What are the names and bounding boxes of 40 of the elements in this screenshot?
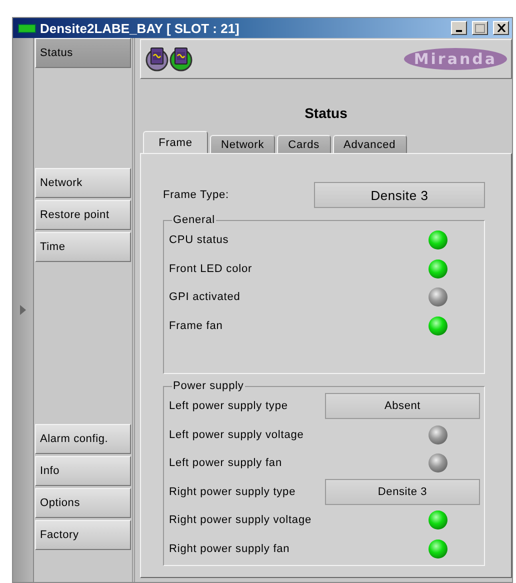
tab[interactable]: Frame xyxy=(143,131,208,153)
window-title: Densite2LABE_BAY [ SLOT : 21] xyxy=(40,20,240,36)
status-label: Left power supply fan xyxy=(169,457,283,470)
status-label: Front LED color xyxy=(169,262,254,275)
status-label: Right power supply voltage xyxy=(169,514,312,526)
minimize-button[interactable] xyxy=(451,21,467,35)
field-label: Left power supply type xyxy=(169,400,289,412)
close-icon xyxy=(496,24,506,32)
maximize-icon xyxy=(475,24,485,32)
page-title: Status xyxy=(304,105,348,121)
group-title: Power supply xyxy=(172,380,245,392)
group-title: General xyxy=(172,214,216,226)
sidebar-item[interactable]: Options xyxy=(35,488,131,518)
sidebar-item[interactable]: Time xyxy=(35,232,131,262)
value-field: Absent xyxy=(325,393,480,420)
field-label: Frame Type: xyxy=(163,189,230,201)
status-label: Frame fan xyxy=(169,320,224,332)
sidebar-item[interactable]: Factory xyxy=(35,520,131,550)
logo: Miranda xyxy=(404,48,507,70)
sidebar-item[interactable]: Info xyxy=(35,456,131,486)
sidebar-item[interactable]: Status xyxy=(35,38,131,68)
status-label: Right power supply fan xyxy=(169,542,291,555)
field-label: Right power supply type xyxy=(169,486,297,498)
status-label: GPI activated xyxy=(169,291,242,304)
maximize-button[interactable] xyxy=(472,21,488,35)
value-field: Densite 3 xyxy=(325,478,480,505)
sidebar-item[interactable]: Restore point xyxy=(35,200,131,230)
sidebar-item[interactable]: Alarm config. xyxy=(35,424,131,454)
module-status-icon[interactable] xyxy=(169,46,193,72)
tab[interactable]: Advanced xyxy=(332,135,407,153)
close-button[interactable] xyxy=(493,21,509,35)
window-icon xyxy=(18,24,36,32)
status-label: CPU status xyxy=(169,234,230,246)
sidebar-item[interactable]: Network xyxy=(35,168,131,198)
status-label: Left power supply voltage xyxy=(169,428,305,441)
tab[interactable]: Network xyxy=(210,135,276,153)
module-status-icon[interactable] xyxy=(145,46,169,72)
value-field: Densite 3 xyxy=(314,182,485,208)
expand-arrow-icon[interactable] xyxy=(20,305,26,315)
tab[interactable]: Cards xyxy=(277,135,330,153)
